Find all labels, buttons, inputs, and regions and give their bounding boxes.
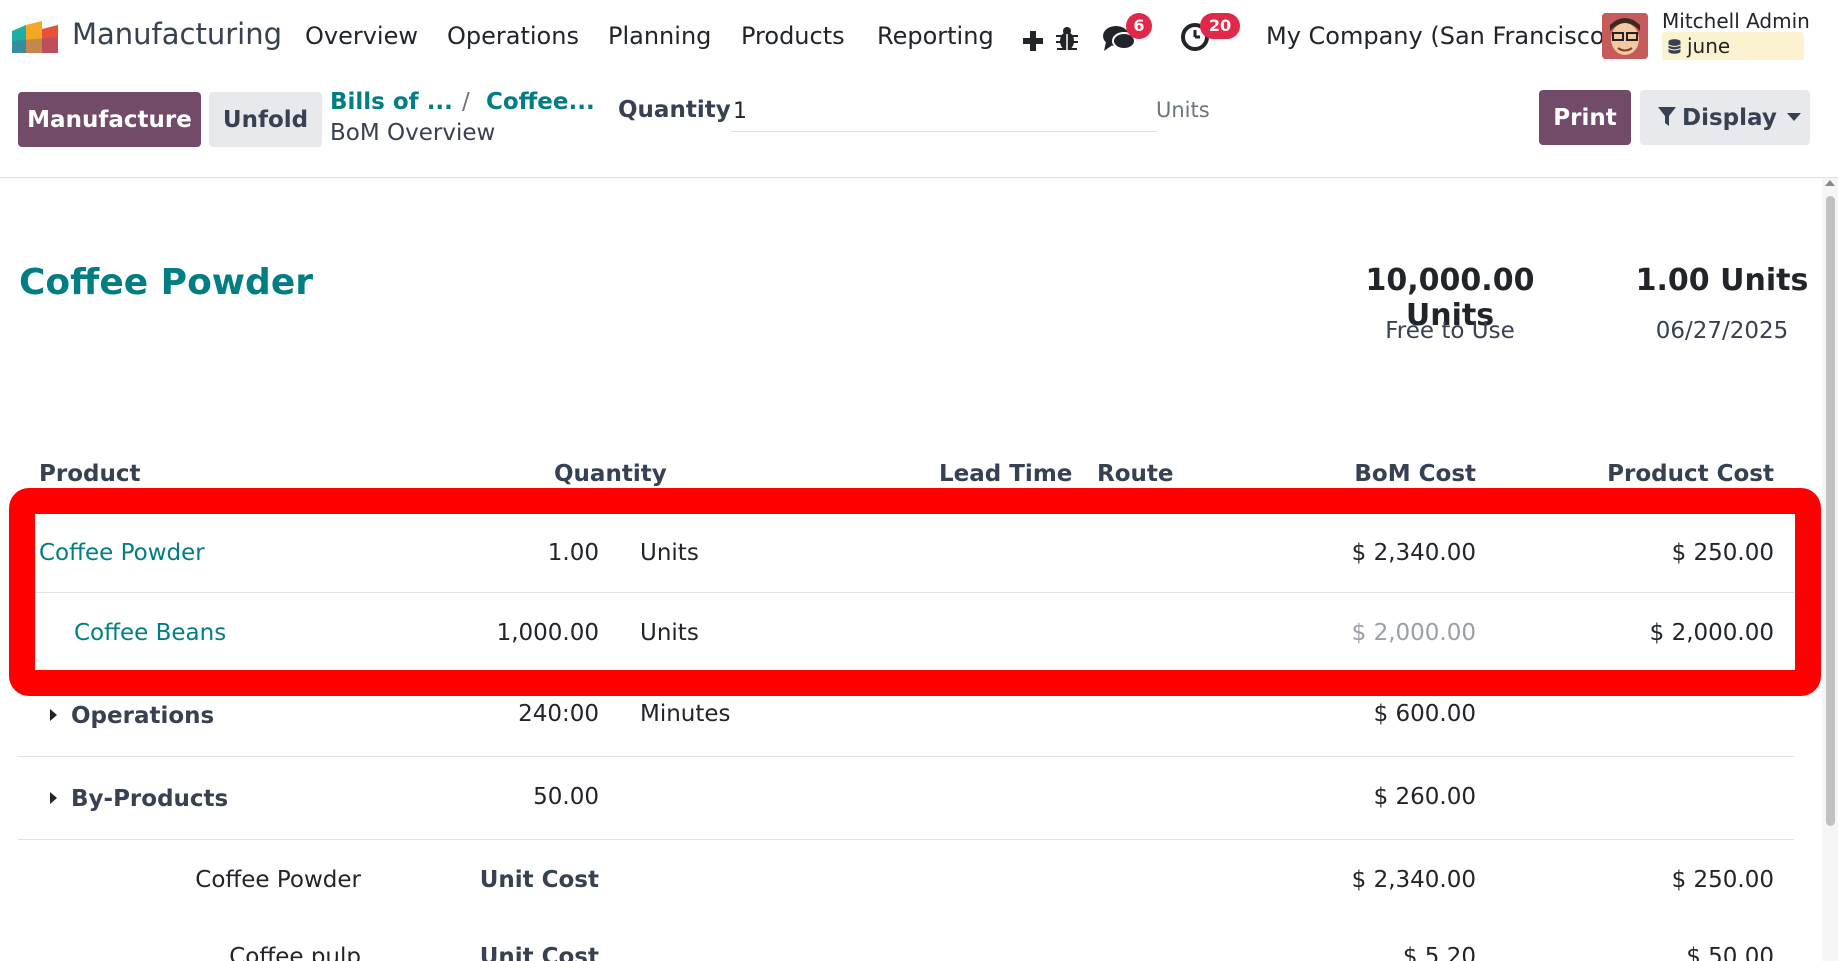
operations-quantity: 240:00	[518, 701, 599, 727]
operations-toggle[interactable]: Operations	[50, 703, 214, 729]
manufacture-button[interactable]: Manufacture	[18, 92, 201, 147]
row-uom: Units	[640, 540, 699, 566]
operations-label: Operations	[71, 703, 215, 729]
quantity-unit: Units	[1156, 98, 1210, 122]
table-row	[18, 593, 1794, 673]
byproducts-bom-cost: $ 260.00	[1373, 784, 1476, 810]
menu-overview[interactable]: Overview	[305, 22, 418, 50]
byproducts-row[interactable]	[18, 757, 1794, 840]
operations-row[interactable]	[18, 673, 1794, 757]
scrollbar-thumb[interactable]	[1826, 196, 1835, 826]
row-product-cost: $ 250.00	[1671, 540, 1774, 566]
unit-cost-bom-cost: $ 5.20	[1402, 944, 1476, 961]
caret-right-icon	[50, 709, 57, 721]
user-avatar-icon	[1602, 13, 1648, 59]
top-navbar: Manufacturing Overview Operations Planni…	[0, 0, 1838, 73]
byproducts-toggle[interactable]: By-Products	[50, 786, 228, 812]
forecast-value: 1.00 Units	[1635, 263, 1809, 298]
column-header-product: Product	[39, 461, 141, 487]
manufacturing-logo-icon[interactable]	[12, 21, 58, 53]
caret-right-icon	[50, 792, 57, 804]
row-bom-cost: $ 2,340.00	[1351, 540, 1476, 566]
bug-icon[interactable]	[1054, 22, 1080, 56]
unit-cost-product: Coffee Powder	[195, 867, 361, 893]
breadcrumb-separator: /	[462, 89, 470, 115]
quantity-label: Quantity	[618, 97, 731, 123]
row-bom-cost: $ 2,000.00	[1351, 620, 1476, 646]
byproducts-label: By-Products	[71, 786, 229, 812]
display-label: Display	[1682, 104, 1777, 131]
menu-planning[interactable]: Planning	[608, 22, 711, 50]
table-row	[18, 513, 1794, 593]
unit-cost-bom-cost: $ 2,340.00	[1351, 867, 1476, 893]
row-product-link[interactable]: Coffee Powder	[39, 540, 205, 566]
menu-reporting[interactable]: Reporting	[877, 22, 994, 50]
company-switcher[interactable]: My Company (San Francisco)	[1266, 22, 1614, 50]
column-header-lead-time: Lead Time	[939, 461, 1073, 487]
forecast-date: 06/27/2025	[1655, 318, 1789, 344]
control-panel-divider	[0, 177, 1838, 178]
database-chip: june	[1662, 32, 1804, 60]
column-header-bom-cost: BoM Cost	[1354, 461, 1476, 487]
unit-cost-product-cost: $ 250.00	[1671, 867, 1774, 893]
product-title[interactable]: Coffee Powder	[19, 262, 313, 303]
column-header-route: Route	[1097, 461, 1174, 487]
row-quantity: 1.00	[547, 540, 599, 566]
column-header-quantity: Quantity	[554, 461, 667, 487]
display-button[interactable]: Display	[1640, 90, 1810, 145]
app-name[interactable]: Manufacturing	[72, 17, 282, 51]
database-name: june	[1687, 34, 1731, 58]
avatar[interactable]	[1602, 13, 1648, 59]
database-icon	[1668, 39, 1681, 54]
unfold-button[interactable]: Unfold	[209, 92, 322, 147]
byproducts-quantity: 50.00	[533, 784, 599, 810]
activities-badge: 20	[1200, 13, 1240, 39]
quantity-input[interactable]	[731, 92, 1157, 132]
row-product-link[interactable]: Coffee Beans	[74, 620, 226, 646]
page-title: BoM Overview	[330, 120, 496, 146]
free-to-use-label: Free to Use	[1385, 318, 1515, 344]
unit-cost-label: Unit Cost	[479, 867, 599, 893]
column-header-product-cost: Product Cost	[1607, 461, 1774, 487]
unit-cost-product: Coffee pulp	[229, 944, 361, 961]
row-uom: Units	[640, 620, 699, 646]
caret-down-icon	[1786, 112, 1801, 121]
operations-bom-cost: $ 600.00	[1373, 701, 1476, 727]
plus-icon[interactable]	[1022, 24, 1044, 58]
messages-badge: 6	[1126, 13, 1152, 39]
print-button[interactable]: Print	[1539, 90, 1631, 145]
unit-cost-product-cost: $ 50.00	[1686, 944, 1774, 961]
scroll-up-arrow-icon[interactable]	[1825, 180, 1835, 186]
row-product-cost: $ 2,000.00	[1649, 620, 1774, 646]
row-quantity: 1,000.00	[496, 620, 599, 646]
user-name[interactable]: Mitchell Admin	[1662, 9, 1810, 33]
menu-products[interactable]: Products	[741, 22, 845, 50]
menu-operations[interactable]: Operations	[447, 22, 579, 50]
filter-icon	[1658, 106, 1676, 126]
breadcrumb-coffee[interactable]: Coffee...	[486, 89, 595, 115]
breadcrumb-bills-of-materials[interactable]: Bills of ...	[330, 89, 453, 115]
operations-uom: Minutes	[640, 701, 731, 727]
unit-cost-label: Unit Cost	[479, 944, 599, 961]
